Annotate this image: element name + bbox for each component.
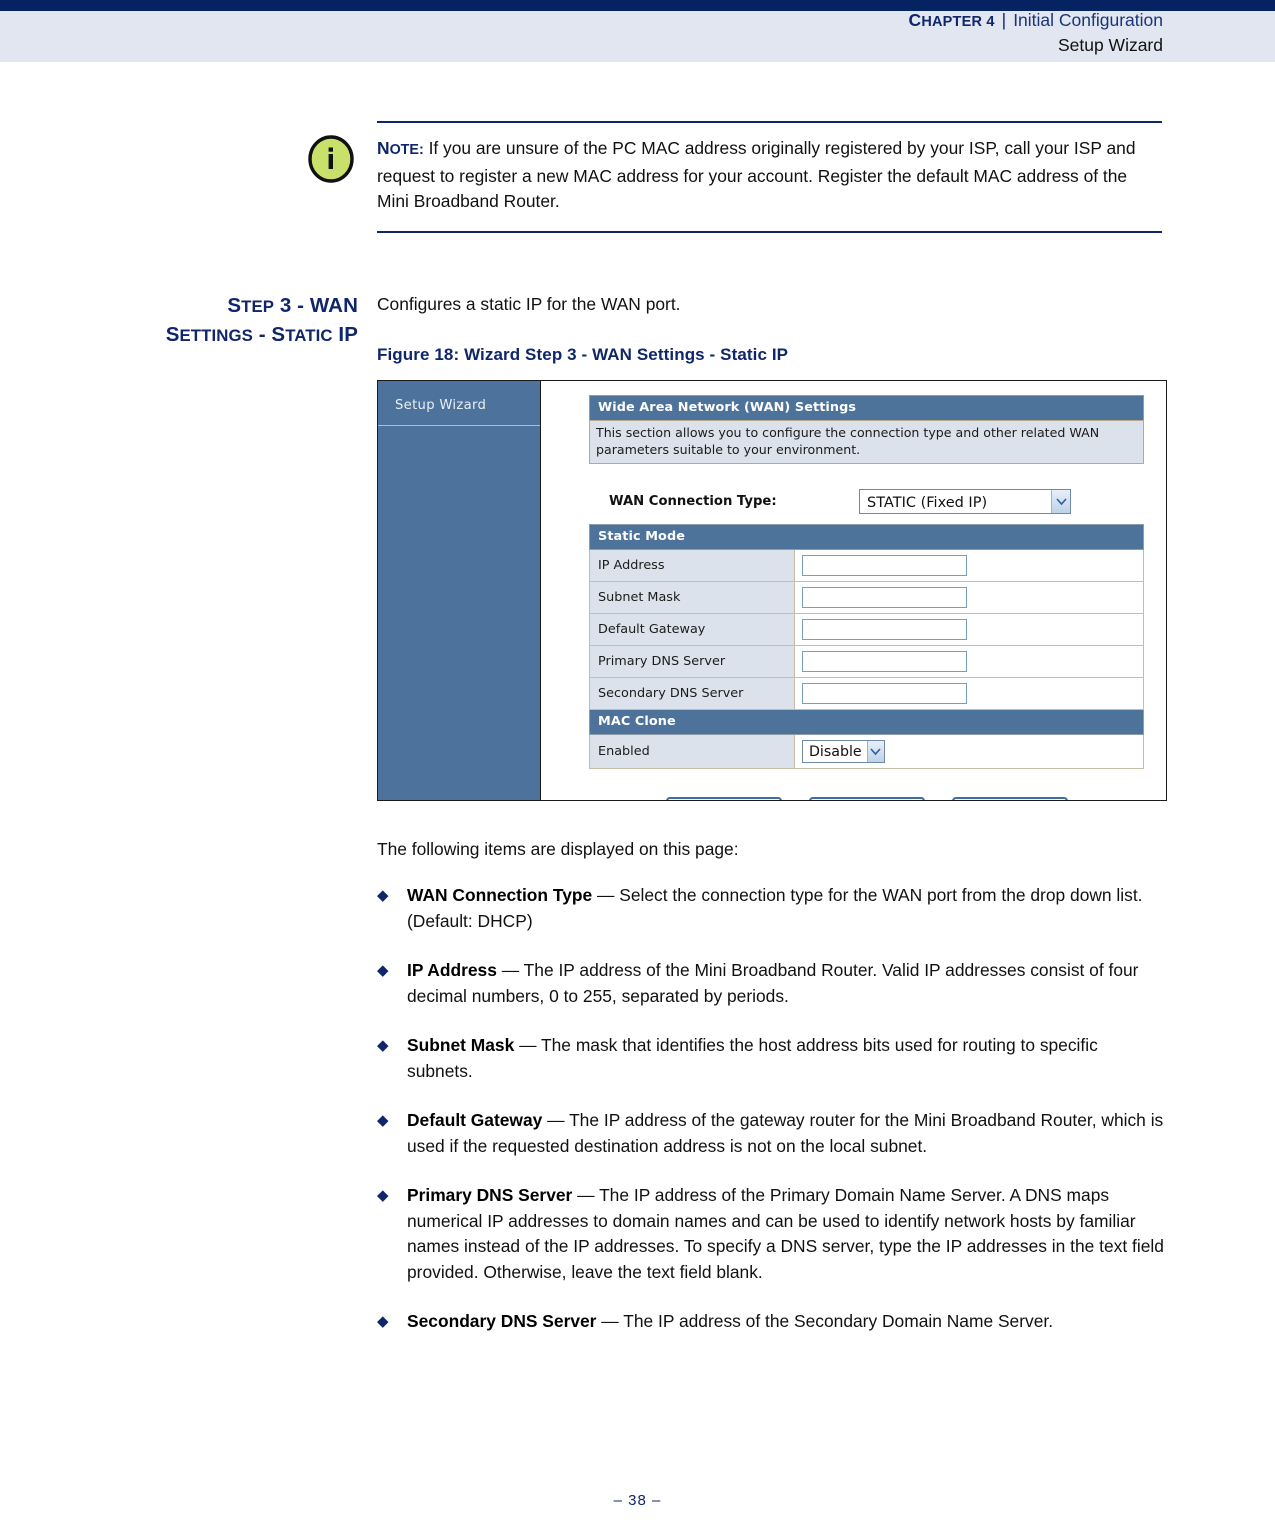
list-item: ◆ IP Address — The IP address of the Min… (377, 958, 1167, 1009)
list-item: ◆ Secondary DNS Server — The IP address … (377, 1309, 1167, 1335)
primary-dns-input[interactable] (802, 651, 967, 672)
header-separator: | (1001, 10, 1007, 30)
bullet-description: The IP address of the Secondary Domain N… (623, 1311, 1054, 1331)
note-label: NOTE: (377, 138, 424, 158)
bullet-term: Default Gateway (407, 1110, 543, 1130)
wan-connection-type-select[interactable]: STATIC (Fixed IP) (859, 489, 1071, 514)
bullet-term: IP Address (407, 960, 497, 980)
page-header: CHAPTER 4 | Initial Configuration Setup Wi… (908, 9, 1163, 57)
chapter-label: CHAPTER 4 (908, 10, 995, 30)
diamond-bullet-icon: ◆ (377, 1112, 389, 1129)
bullet-term: Subnet Mask (407, 1035, 515, 1055)
wizard-button-bar: Previous Next Cancel (589, 797, 1144, 800)
table-row: Default Gateway (589, 613, 1144, 646)
next-button[interactable]: Next (808, 797, 925, 800)
diamond-bullet-icon: ◆ (377, 887, 389, 904)
bullet-dash: — (496, 960, 524, 980)
info-circle-icon (307, 135, 355, 183)
row-label-secondary-dns: Secondary DNS Server (589, 677, 795, 710)
header-subsection-title: Setup Wizard (1057, 35, 1163, 55)
items-intro-paragraph: The following items are displayed on thi… (377, 839, 739, 859)
wan-connection-type-row: WAN Connection Type: STATIC (Fixed IP) (589, 489, 1144, 514)
section-side-heading: STEP 3 - WAN SETTINGS - STATIC IP (90, 292, 358, 350)
row-label-mac-clone-enabled: Enabled (589, 734, 795, 769)
side-heading-line-1: STEP 3 - WAN (227, 294, 358, 317)
bullet-dash: — (572, 1185, 600, 1205)
list-item: ◆ Primary DNS Server — The IP address of… (377, 1183, 1167, 1285)
side-heading-line-2: SETTINGS - STATIC IP (165, 323, 358, 346)
bullet-term: Secondary DNS Server (407, 1311, 597, 1331)
static-mode-table: Static Mode IP Address Subnet Mask Defau… (589, 524, 1144, 769)
figure-caption: Figure 18: Wizard Step 3 - WAN Settings … (377, 345, 789, 364)
mac-clone-enabled-value: Disable (809, 743, 862, 760)
list-item: ◆ Default Gateway — The IP address of th… (377, 1108, 1167, 1159)
ip-address-input[interactable] (802, 555, 967, 576)
bullet-term: WAN Connection Type (407, 885, 593, 905)
table-row: IP Address (589, 549, 1144, 582)
figure-screenshot: Setup Wizard Wide Area Network (WAN) Set… (377, 380, 1167, 801)
table-row: Subnet Mask (589, 581, 1144, 614)
list-item: ◆ Subnet Mask — The mask that identifies… (377, 1033, 1167, 1084)
mac-clone-enabled-select[interactable]: Disable (802, 740, 885, 763)
router-ui-sidebar: Setup Wizard (378, 381, 541, 800)
row-label-subnet-mask: Subnet Mask (589, 581, 795, 614)
previous-button[interactable]: Previous (665, 797, 782, 800)
row-label-default-gateway: Default Gateway (589, 613, 795, 646)
subnet-mask-input[interactable] (802, 587, 967, 608)
diamond-bullet-icon: ◆ (377, 1037, 389, 1054)
diamond-bullet-icon: ◆ (377, 962, 389, 979)
bullet-dash: — (514, 1035, 542, 1055)
static-mode-title: Static Mode (589, 524, 1144, 550)
bullet-dash: — (592, 885, 620, 905)
chevron-down-icon[interactable] (866, 741, 884, 762)
wan-connection-type-label: WAN Connection Type: (609, 494, 777, 509)
note-bottom-rule (377, 230, 1162, 233)
field-description-list: ◆ WAN Connection Type — Select the conne… (377, 883, 1167, 1335)
note-body-text: If you are unsure of the PC MAC address … (377, 138, 1136, 211)
panel-description: This section allows you to configure the… (589, 420, 1144, 464)
mac-clone-section-header: MAC Clone (589, 709, 1144, 735)
chevron-down-icon[interactable] (1051, 490, 1070, 513)
diamond-bullet-icon: ◆ (377, 1313, 389, 1330)
panel-title-wan-settings: Wide Area Network (WAN) Settings (589, 395, 1144, 420)
bullet-term: Primary DNS Server (407, 1185, 573, 1205)
cancel-button[interactable]: Cancel (951, 797, 1068, 800)
bullet-dash: — (542, 1110, 570, 1130)
table-row: Secondary DNS Server (589, 677, 1144, 710)
bullet-dash: — (596, 1311, 624, 1331)
diamond-bullet-icon: ◆ (377, 1187, 389, 1204)
header-section-title: Initial Configuration (1013, 10, 1163, 30)
table-row: Primary DNS Server (589, 645, 1144, 678)
page-number: – 38 – (613, 1492, 662, 1509)
default-gateway-input[interactable] (802, 619, 967, 640)
row-label-ip-address: IP Address (589, 549, 795, 582)
router-ui-main: Wide Area Network (WAN) Settings This se… (541, 381, 1166, 800)
table-row: Enabled Disable (589, 734, 1144, 769)
note-text: NOTE: If you are unsure of the PC MAC ad… (377, 136, 1162, 215)
lead-paragraph: Configures a static IP for the WAN port. (377, 294, 681, 314)
static-mode-section-header: Static Mode (589, 524, 1144, 550)
list-item: ◆ WAN Connection Type — Select the conne… (377, 883, 1167, 934)
wan-connection-type-value: STATIC (Fixed IP) (867, 494, 988, 511)
note-callout: NOTE: If you are unsure of the PC MAC ad… (308, 121, 1162, 233)
sidebar-item-setup-wizard[interactable]: Setup Wizard (378, 388, 540, 426)
row-label-primary-dns: Primary DNS Server (589, 645, 795, 678)
mac-clone-title: MAC Clone (589, 709, 1144, 735)
secondary-dns-input[interactable] (802, 683, 967, 704)
